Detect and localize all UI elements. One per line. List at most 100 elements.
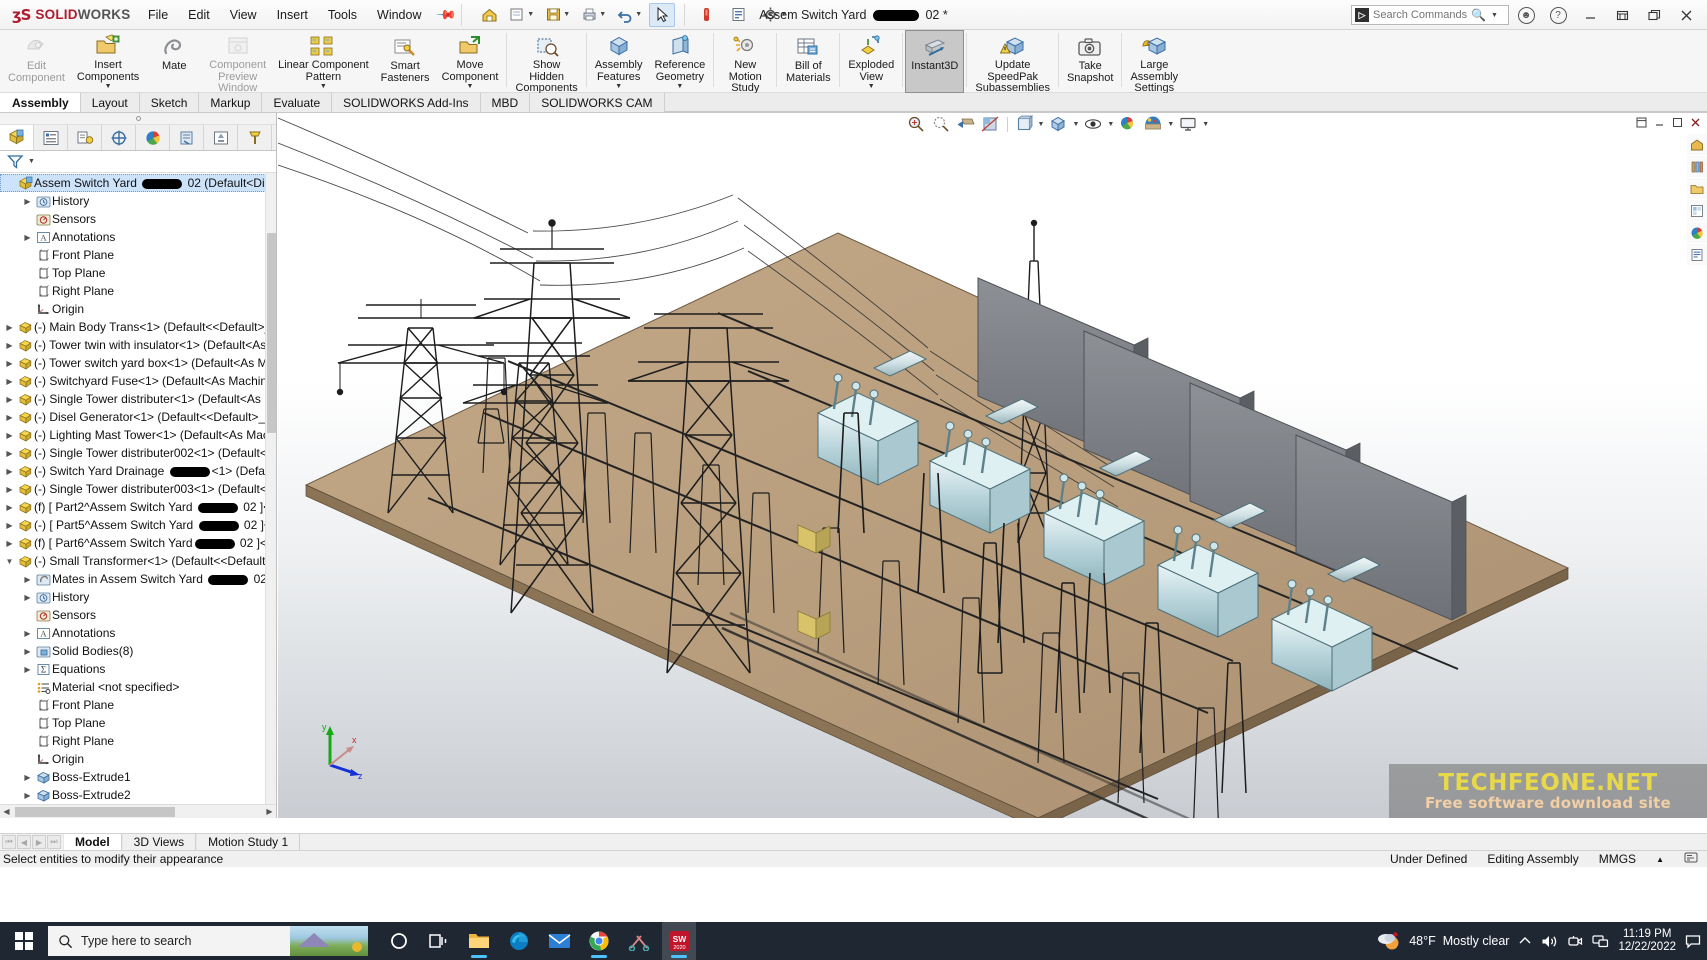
expand-arrow-icon[interactable]: ▶ <box>3 323 16 332</box>
action-center-icon[interactable] <box>1685 934 1701 949</box>
tree-item[interactable]: ▶ Mates in Assem Switch Yard 02 <box>0 570 276 588</box>
display-style-button[interactable] <box>1047 114 1069 134</box>
menu-item-tools[interactable]: Tools <box>318 4 367 26</box>
chevron-down-icon[interactable]: ▼ <box>320 83 327 90</box>
network-icon[interactable] <box>1592 934 1609 948</box>
chevron-down-icon[interactable]: ▼ <box>1107 121 1114 128</box>
viewport-close-button[interactable] <box>1687 115 1703 131</box>
ribbon-button-mate[interactable]: Mate <box>145 30 203 93</box>
appearances-scenes-button[interactable] <box>1687 222 1707 243</box>
options-button[interactable]: ▼ <box>758 3 792 27</box>
expand-arrow-icon[interactable]: ▶ <box>21 665 34 674</box>
file-explorer-button[interactable] <box>1687 178 1707 199</box>
sidebar-item-cam-feature-tree[interactable] <box>170 125 204 150</box>
tree-item[interactable]: ▶ (-) Single Tower distributer<1> (Defaul… <box>0 390 276 408</box>
collapse-arrow-icon[interactable]: ▼ <box>3 557 16 566</box>
user-account-button[interactable]: ☻ <box>1511 1 1541 29</box>
expand-arrow-icon[interactable]: ▶ <box>21 791 34 800</box>
tab-evaluate[interactable]: Evaluate <box>262 93 333 112</box>
tree-item[interactable]: ▶ Σ Equations <box>0 660 276 678</box>
chevron-down-icon[interactable]: ▼ <box>1072 121 1079 128</box>
tree-item[interactable]: ▶ Right Plane <box>0 732 276 750</box>
tree-item[interactable]: ▶ Front Plane <box>0 246 276 264</box>
search-commands-box[interactable]: ▷ 🔍 ▼ <box>1351 5 1509 25</box>
panel-grip-handle[interactable] <box>0 113 276 125</box>
first-tab-button[interactable]: ⏮ <box>2 835 16 849</box>
save-button[interactable]: ▼ <box>541 3 575 27</box>
task-view-icon[interactable] <box>422 922 456 960</box>
ribbon-button-new-motion-study[interactable]: New Motion Study <box>716 30 774 94</box>
tree-item[interactable]: ▶ (-) Disel Generator<1> (Default<<Defaul… <box>0 408 276 426</box>
ribbon-button-reference-geometry[interactable]: Reference Geometry ▼ <box>649 30 712 93</box>
tab-assembly[interactable]: Assembly <box>0 93 81 112</box>
expand-arrow-icon[interactable]: ▶ <box>21 773 34 782</box>
expand-arrow-icon[interactable]: ▶ <box>3 485 16 494</box>
chevron-down-icon[interactable]: ▼ <box>28 158 35 165</box>
view-palette-panel-button[interactable] <box>1687 200 1707 221</box>
select-tool-button[interactable] <box>648 2 675 27</box>
restore-window-button[interactable] <box>1607 1 1637 29</box>
scrollbar-thumb[interactable] <box>15 806 175 817</box>
tree-item[interactable]: ▶ Front Plane <box>0 696 276 714</box>
tree-item[interactable]: ▶ A Annotations <box>0 228 276 246</box>
ribbon-button-assembly-features[interactable]: Assembly Features ▼ <box>589 30 649 93</box>
search-icon[interactable]: 🔍 <box>1471 8 1486 22</box>
ribbon-button-linear-component-pattern[interactable]: Linear Component Pattern ▼ <box>272 30 375 93</box>
open-document-button[interactable]: ▼ <box>505 3 539 27</box>
edit-appearance-button[interactable] <box>1117 114 1139 134</box>
ribbon-button-update-speedpak[interactable]: Update SpeedPak Subassemblies <box>969 30 1056 94</box>
sidebar-item-configuration-manager[interactable] <box>68 125 102 150</box>
scroll-right-arrow-icon[interactable]: ▶ <box>263 807 276 816</box>
view-settings-button[interactable] <box>1177 114 1199 134</box>
customize-status-bar-icon[interactable] <box>1684 851 1699 867</box>
sidebar-item-cam-tools-tree[interactable] <box>238 125 272 150</box>
design-library-button[interactable] <box>1687 156 1707 177</box>
taskbar-search-box[interactable]: Type here to search <box>48 926 368 956</box>
chevron-down-icon[interactable]: ▼ <box>1202 121 1209 128</box>
tree-item[interactable]: ▶ Boss-Extrude1 <box>0 768 276 786</box>
expand-arrow-icon[interactable]: ▶ <box>3 413 16 422</box>
viewport-minimize-button[interactable] <box>1651 115 1667 131</box>
tree-item[interactable]: ▼ (-) Small Transformer<1> (Default<<Defa… <box>0 552 276 570</box>
chevron-down-icon[interactable]: ▼ <box>868 83 875 90</box>
expand-arrow-icon[interactable]: ▶ <box>21 233 34 242</box>
filter-icon[interactable] <box>7 154 24 169</box>
menu-item-edit[interactable]: Edit <box>178 4 220 26</box>
menu-item-file[interactable]: File <box>138 4 178 26</box>
ribbon-button-take-snapshot[interactable]: Take Snapshot <box>1061 30 1119 93</box>
bottom-tab-3d-views[interactable]: 3D Views <box>121 834 197 850</box>
tree-item[interactable]: ▶ Top Plane <box>0 714 276 732</box>
google-chrome-icon[interactable] <box>582 922 616 960</box>
tree-vertical-scrollbar[interactable] <box>265 173 276 804</box>
file-properties-button[interactable] <box>722 3 756 27</box>
maximize-window-button[interactable] <box>1639 1 1669 29</box>
tree-item[interactable]: ▶ (-) Tower twin with insulator<1> (Defau… <box>0 336 276 354</box>
expand-arrow-icon[interactable]: ▶ <box>3 521 16 530</box>
chevron-down-icon[interactable]: ▼ <box>467 83 474 90</box>
tab-layout[interactable]: Layout <box>80 93 140 112</box>
tree-item[interactable]: ▶ (-) Switch Yard Drainage <1> (Default<<… <box>0 462 276 480</box>
tree-item[interactable]: ▶ History <box>0 588 276 606</box>
tab-markup[interactable]: Markup <box>199 93 263 112</box>
viewport-restore-button[interactable] <box>1633 115 1649 131</box>
weather-widget[interactable]: 48°F Mostly clear <box>1376 930 1509 952</box>
section-view-button[interactable] <box>980 114 1002 134</box>
ribbon-button-show-hidden-components[interactable]: Show Hidden Components <box>509 30 583 94</box>
solidworks-2020-icon[interactable]: SW 2020 <box>662 922 696 960</box>
menu-item-window[interactable]: Window <box>367 4 431 26</box>
volume-icon[interactable] <box>1541 934 1558 949</box>
tree-horizontal-scrollbar[interactable]: ◀ ▶ <box>0 804 276 818</box>
scrollbar-thumb[interactable] <box>267 233 276 433</box>
start-button[interactable] <box>0 922 48 960</box>
tree-item[interactable]: ▶ A Annotations <box>0 624 276 642</box>
tab-solidworks-cam[interactable]: SOLIDWORKS CAM <box>530 93 665 112</box>
ribbon-button-exploded-view[interactable]: Exploded View ▼ <box>842 30 900 93</box>
expand-arrow-icon[interactable]: ▶ <box>21 575 34 584</box>
view-orientation-button[interactable] <box>1013 114 1035 134</box>
search-input[interactable] <box>1373 9 1467 21</box>
tree-item[interactable]: ▶ Right Plane <box>0 282 276 300</box>
close-window-button[interactable] <box>1671 1 1701 29</box>
sidebar-item-property-manager[interactable] <box>34 125 68 150</box>
snipping-tool-icon[interactable] <box>622 922 656 960</box>
taskbar-clock[interactable]: 11:19 PM 12/22/2022 <box>1618 928 1676 954</box>
